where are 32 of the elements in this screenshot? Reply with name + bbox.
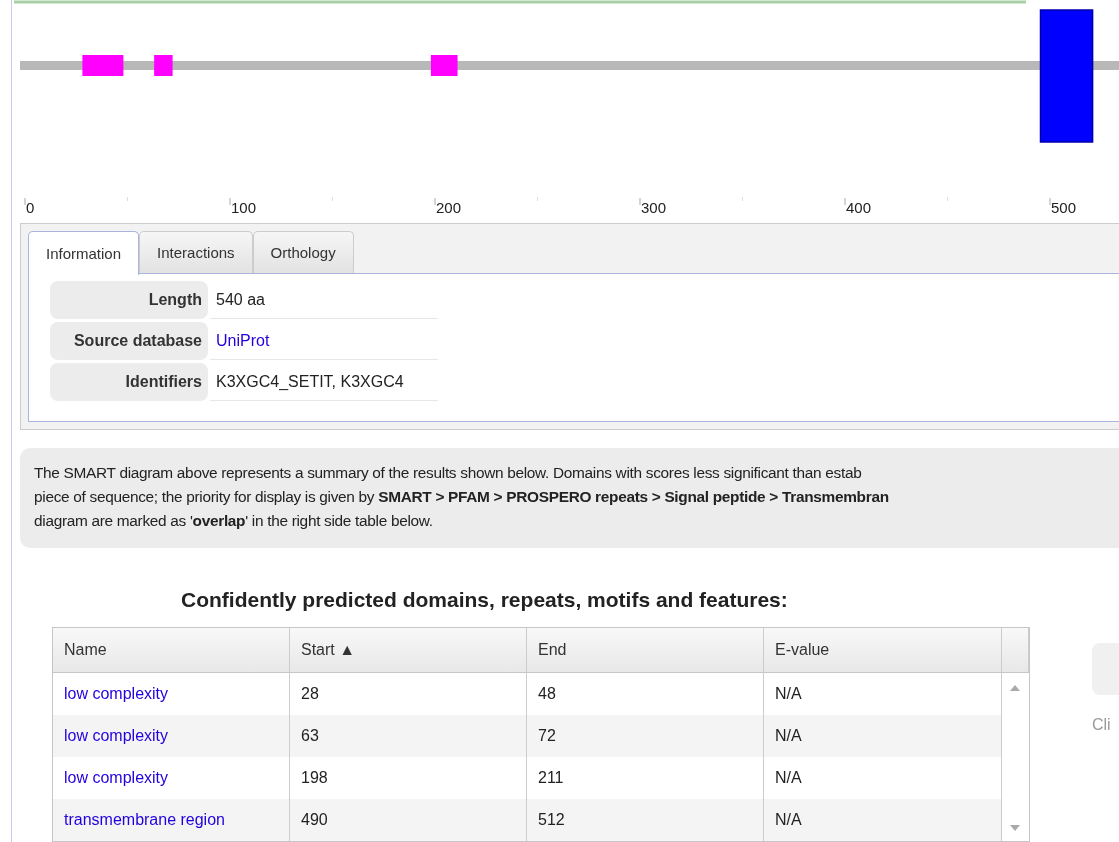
source-link[interactable]: UniProt xyxy=(210,322,438,360)
field-label: Length xyxy=(50,281,208,319)
tab[interactable]: Orthology xyxy=(252,231,354,273)
tab[interactable]: Information xyxy=(28,231,140,275)
column-header[interactable]: E-value xyxy=(764,628,1002,673)
table-cell: 72 xyxy=(527,715,764,757)
scroll-up-icon[interactable] xyxy=(1010,685,1020,691)
scroll-down-icon[interactable] xyxy=(1010,825,1020,831)
side-note: Cli xyxy=(1092,716,1111,734)
tab[interactable]: Interactions xyxy=(139,231,253,273)
table-cell: 512 xyxy=(527,799,764,841)
scale-label: 500 xyxy=(1051,199,1077,215)
scale-label: 100 xyxy=(231,199,257,215)
scale-label: 200 xyxy=(436,199,462,215)
field-value: 540 aa xyxy=(210,281,438,319)
scale-label: 0 xyxy=(26,199,35,215)
table-title: Confidently predicted domains, repeats, motifs and features: xyxy=(181,588,788,612)
field-label: Identifiers xyxy=(50,363,208,401)
domain-link[interactable]: low complexity xyxy=(53,715,290,757)
summary-text: The SMART diagram above represents a summary of the results shown below. Domains with scores less significant than estab piece of sequence; the priority for display is given by SMART > PFAM > PROSPERO repeats > Signal peptide > Transmembran diagram are marked as 'overlap' in the right side table below. xyxy=(20,448,1119,548)
column-header[interactable]: Start ▲ xyxy=(290,628,527,673)
table-cell: 490 xyxy=(290,799,527,841)
domain-link[interactable]: transmembrane region xyxy=(53,799,290,841)
column-header[interactable]: Name xyxy=(53,628,290,673)
table-cell: N/A xyxy=(764,715,1002,757)
scale-label: 300 xyxy=(641,199,667,215)
table-cell: 63 xyxy=(290,715,527,757)
field-label: Source database xyxy=(50,322,208,360)
scale-label: 400 xyxy=(846,199,872,215)
table-cell: N/A xyxy=(764,799,1002,841)
field-value: K3XGC4_SETIT, K3XGC4 xyxy=(210,363,438,401)
column-header[interactable]: End xyxy=(527,628,764,673)
